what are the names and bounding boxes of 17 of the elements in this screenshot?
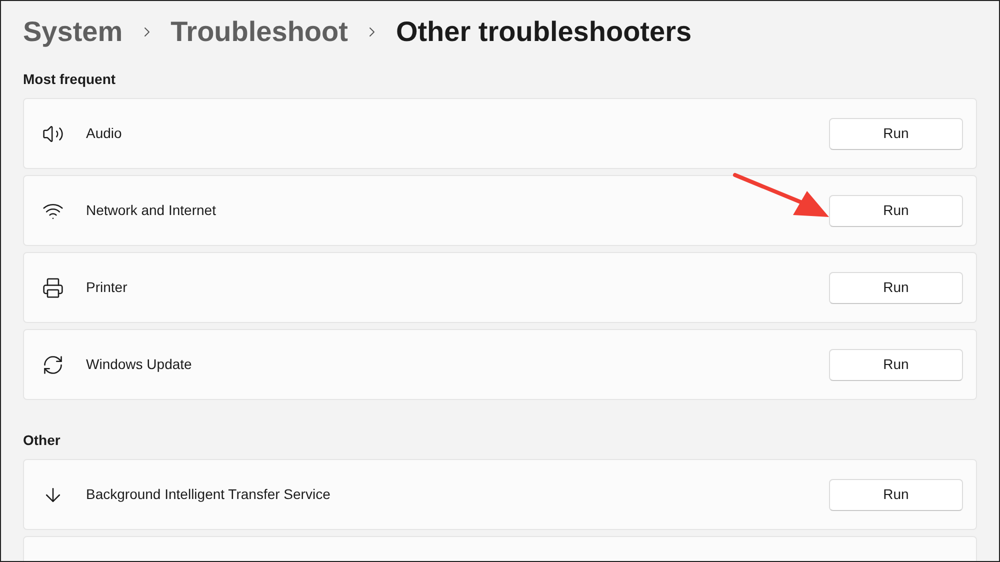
section-heading: Other — [23, 431, 62, 450]
run-button[interactable]: Run — [829, 348, 963, 380]
run-button[interactable]: Run — [829, 478, 963, 510]
breadcrumb-link[interactable]: System — [23, 11, 123, 53]
section-heading: Most frequent — [23, 70, 117, 89]
page-title: Other troubleshooters — [396, 15, 692, 49]
troubleshooter-label: Audio — [86, 124, 122, 143]
troubleshooter-label: Network and Internet — [86, 201, 216, 220]
run-button[interactable]: Run — [829, 194, 963, 226]
refresh-icon — [42, 354, 64, 376]
printer-icon — [42, 276, 64, 298]
breadcrumb-link[interactable]: Troubleshoot — [170, 11, 348, 53]
run-button[interactable]: Run — [829, 272, 963, 304]
troubleshooter-label: Windows Update — [86, 355, 192, 374]
troubleshooter-label: Printer — [86, 278, 128, 297]
troubleshooter-label: Background Intelligent Transfer Service — [86, 485, 330, 504]
run-button[interactable]: Run — [829, 118, 963, 150]
